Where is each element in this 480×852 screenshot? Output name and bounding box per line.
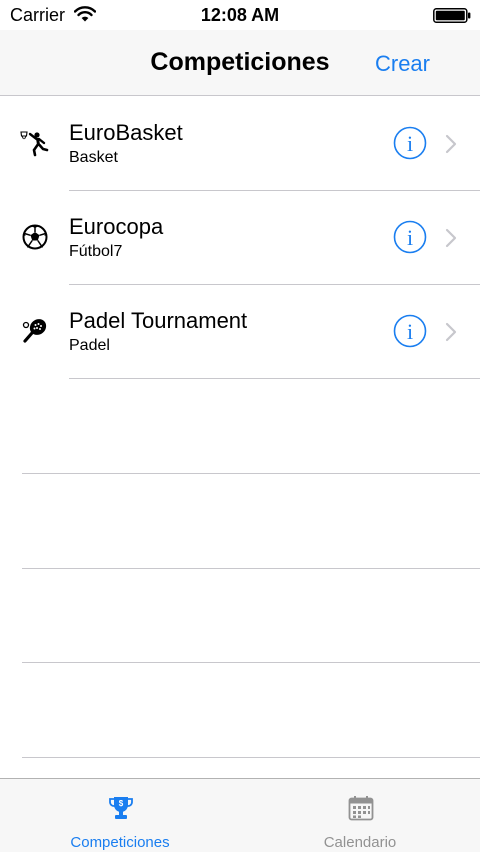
svg-text:i: i xyxy=(407,131,413,156)
info-icon[interactable]: i xyxy=(393,314,427,348)
competition-sport: Fútbol7 xyxy=(69,243,123,260)
empty-row-separator xyxy=(22,568,480,569)
empty-row-separator xyxy=(22,757,480,758)
competition-row-padel-tournament[interactable]: Padel Tournament Padel i xyxy=(0,285,480,379)
tab-competiciones[interactable]: $ Competiciones xyxy=(0,779,240,852)
navigation-bar: Competiciones Crear xyxy=(0,30,480,96)
chevron-right-icon xyxy=(445,322,457,342)
competition-row-eurobasket[interactable]: EuroBasket Basket i xyxy=(0,97,480,191)
calendar-icon xyxy=(348,796,374,821)
svg-text:$: $ xyxy=(119,799,124,808)
competition-row-eurocopa[interactable]: Eurocopa Fútbol7 i xyxy=(0,191,480,285)
tab-calendario[interactable]: Calendario xyxy=(240,779,480,852)
competition-title: EuroBasket xyxy=(69,120,183,145)
empty-row-separator xyxy=(22,473,480,474)
basketball-player-icon xyxy=(20,131,49,157)
trophy-icon: $ xyxy=(109,797,133,819)
competition-list: EuroBasket Basket i Eurocopa Fútbol7 i P… xyxy=(0,97,480,379)
svg-text:i: i xyxy=(407,225,413,250)
tab-bar: $ Competiciones Calendario xyxy=(0,778,480,852)
empty-row-separator xyxy=(22,662,480,663)
svg-text:i: i xyxy=(407,319,413,344)
competition-title: Eurocopa xyxy=(69,214,164,239)
chevron-right-icon xyxy=(445,134,457,154)
competition-sport: Basket xyxy=(69,149,118,166)
competition-sport: Padel xyxy=(69,337,110,354)
competition-title: Padel Tournament xyxy=(69,308,248,333)
tab-label: Competiciones xyxy=(70,834,170,851)
info-icon[interactable]: i xyxy=(393,126,427,160)
create-button[interactable]: Crear xyxy=(375,51,430,77)
padel-racket-icon xyxy=(22,319,47,343)
tab-label: Calendario xyxy=(323,834,397,851)
battery-icon xyxy=(433,8,471,23)
chevron-right-icon xyxy=(445,228,457,248)
status-bar: Carrier 12:08 AM xyxy=(0,0,480,30)
status-time: 12:08 AM xyxy=(200,5,280,25)
info-icon[interactable]: i xyxy=(393,220,427,254)
soccer-ball-icon xyxy=(22,224,48,250)
